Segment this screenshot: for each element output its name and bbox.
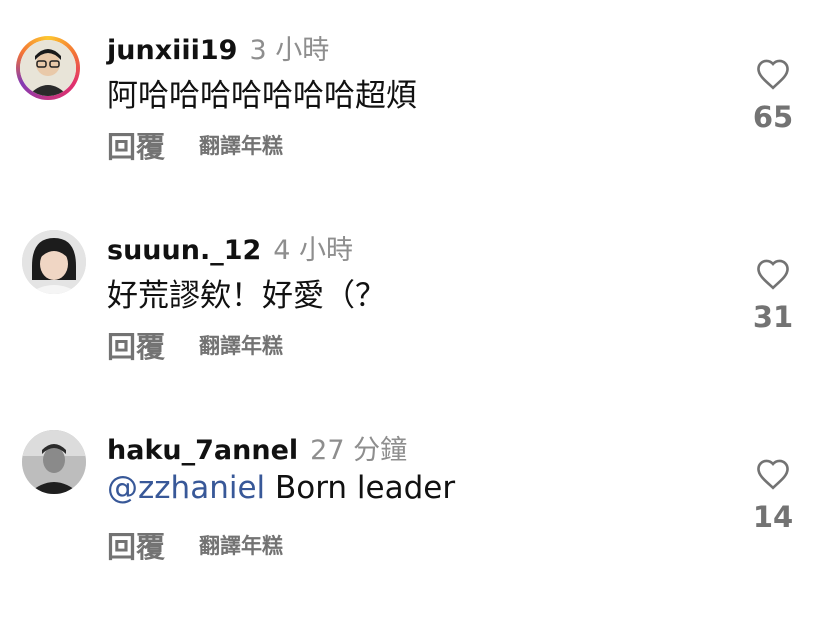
- comment-item: junxiii19 3 小時 阿哈哈哈哈哈哈哈超煩 回覆 翻譯年糕 65: [0, 28, 828, 218]
- comment-item: suuun._12 4 小時 好荒謬欸！好愛（？ 回覆 翻譯年糕 31: [0, 228, 828, 418]
- reply-button[interactable]: 回覆: [107, 124, 165, 166]
- comment-body: Born leader: [265, 470, 456, 506]
- username[interactable]: junxiii19: [107, 35, 237, 66]
- avatar-image: [20, 40, 76, 96]
- mention-link[interactable]: @zzhaniel: [107, 470, 265, 506]
- like-count: 65: [752, 100, 794, 134]
- heart-outline-icon[interactable]: [755, 258, 791, 290]
- timestamp: 27 分鐘: [310, 435, 408, 466]
- like-count: 14: [752, 500, 794, 534]
- translate-button[interactable]: 翻譯年糕: [199, 330, 283, 360]
- comment-text: @zzhaniel Born leader: [107, 470, 455, 506]
- translate-button[interactable]: 翻譯年糕: [199, 530, 283, 560]
- avatar-image: [22, 430, 86, 494]
- like-count: 31: [752, 300, 794, 334]
- translate-button[interactable]: 翻譯年糕: [199, 130, 283, 160]
- avatar[interactable]: [22, 230, 86, 294]
- heart-outline-icon[interactable]: [755, 58, 791, 90]
- reply-button[interactable]: 回覆: [107, 324, 165, 366]
- avatar[interactable]: [22, 430, 86, 494]
- username[interactable]: suuun._12: [107, 235, 261, 266]
- comment-text: 好荒謬欸！好愛（？: [107, 278, 386, 314]
- comment-item: haku_7annel 27 分鐘 @zzhaniel Born leader …: [0, 428, 828, 618]
- avatar-image: [22, 230, 86, 294]
- timestamp: 3 小時: [249, 35, 330, 66]
- reply-button[interactable]: 回覆: [107, 524, 165, 566]
- username[interactable]: haku_7annel: [107, 435, 298, 466]
- heart-outline-icon[interactable]: [755, 458, 791, 490]
- timestamp: 4 小時: [273, 235, 354, 266]
- comment-text: 阿哈哈哈哈哈哈哈超煩: [107, 78, 417, 114]
- avatar[interactable]: [16, 36, 80, 100]
